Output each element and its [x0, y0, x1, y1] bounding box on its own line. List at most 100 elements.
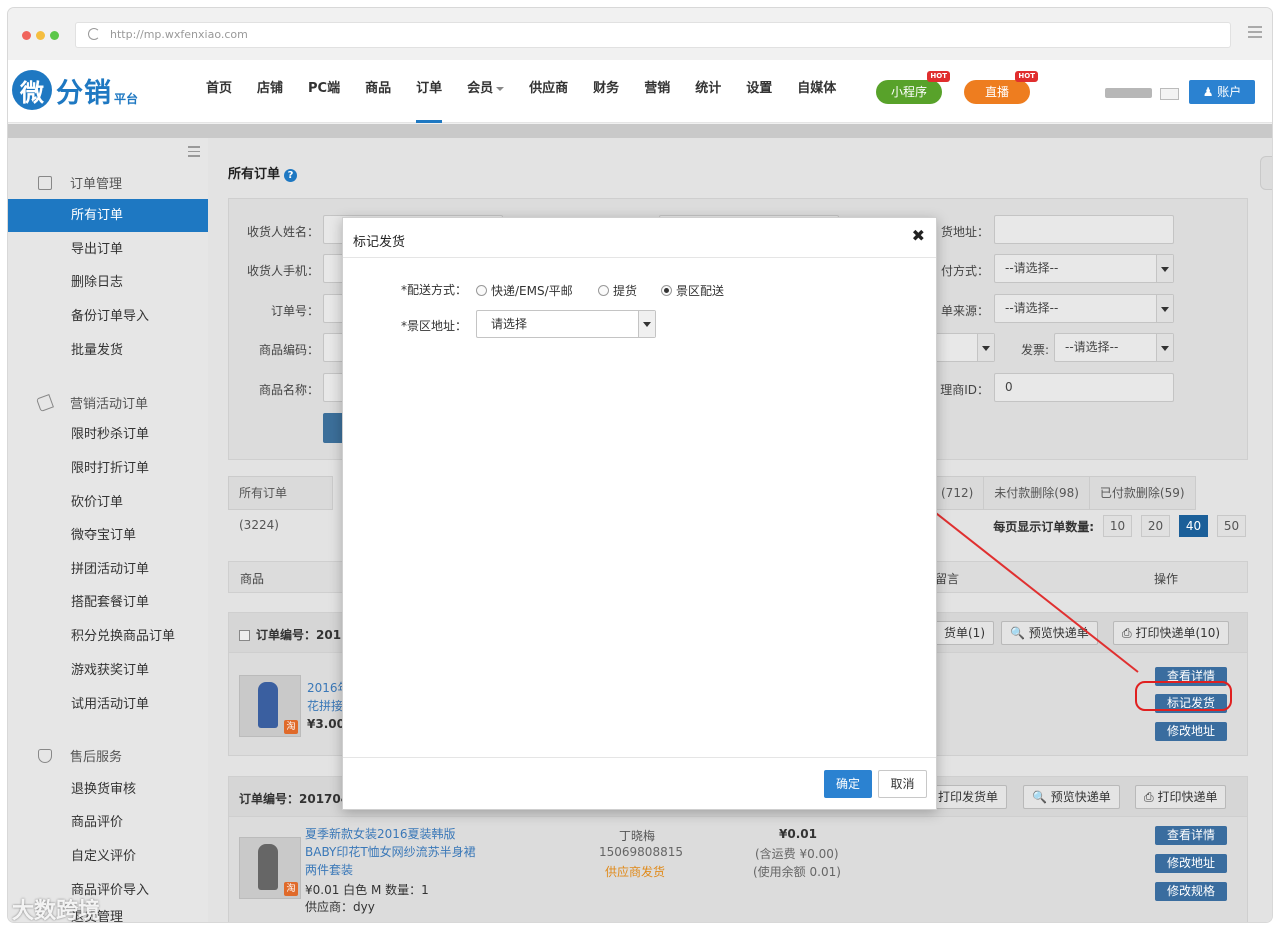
nav-finance[interactable]: 财务 [593, 60, 619, 123]
nav-stats[interactable]: 统计 [695, 60, 721, 123]
tab-unpaid-deleted[interactable]: 未付款删除(98) [983, 476, 1090, 510]
scenic-address-select[interactable]: 请选择 [476, 310, 656, 338]
per-page-20[interactable]: 20 [1141, 515, 1170, 537]
nav-store[interactable]: 店铺 [257, 60, 283, 123]
nav-suppliers[interactable]: 供应商 [529, 60, 568, 123]
per-page-50[interactable]: 50 [1217, 515, 1246, 537]
pay-method-select[interactable]: --请选择-- [994, 254, 1174, 283]
nav-home[interactable]: 首页 [206, 60, 232, 123]
chevron-down-icon [1156, 255, 1173, 282]
sidebar-item-points[interactable]: 积分兑换商品订单 [8, 620, 208, 653]
radio-scenic-delivery[interactable]: 景区配送 [661, 282, 724, 299]
tab-all-orders[interactable]: 所有订单(3224) [228, 476, 333, 532]
side-collapse-tab[interactable] [1260, 156, 1272, 190]
highlight-circle [1135, 681, 1232, 711]
sidebar-item-discount[interactable]: 限时打折订单 [8, 452, 208, 485]
sidebar-item-custom-review[interactable]: 自定义评价 [8, 840, 208, 873]
sidebar-item-delete-log[interactable]: 删除日志 [8, 266, 208, 299]
receiver-address-label: 货地址： [940, 225, 989, 239]
radio-pickup[interactable]: 提货 [598, 282, 637, 299]
nav-members[interactable]: 会员 [467, 60, 505, 123]
edit-spec-button[interactable]: 修改规格 [1155, 882, 1227, 901]
printer-icon: ⎙ [1122, 626, 1132, 640]
product-price: ¥3.00 [307, 717, 345, 731]
product-title-line2[interactable]: BABY印花T恤女网纱流苏半身裙 [305, 843, 476, 861]
sidebar-item-backup-import[interactable]: 备份订单导入 [8, 300, 208, 333]
tab-paid-deleted[interactable]: 已付款删除(59) [1088, 476, 1196, 510]
product-title-line1[interactable]: 夏季新款女装2016夏装韩版 [305, 825, 456, 843]
watermark: 大数跨境 [12, 899, 101, 924]
filter-select-small[interactable] [929, 333, 995, 362]
agent-id-input[interactable]: 0 [994, 373, 1174, 402]
sidebar-item-treasure[interactable]: 微夺宝订单 [8, 519, 208, 552]
product-thumbnail[interactable]: 淘 [239, 837, 301, 899]
receiver-address-input[interactable] [994, 215, 1174, 244]
sidebar-item-export-orders[interactable]: 导出订单 [8, 233, 208, 266]
sidebar-item-reviews[interactable]: 商品评价 [8, 806, 208, 839]
sidebar-item-batch-ship[interactable]: 批量发货 [8, 334, 208, 367]
address-bar[interactable]: http://mp.wxfenxiao.com [75, 22, 1231, 48]
sidebar-item-trial[interactable]: 试用活动订单 [8, 688, 208, 721]
print-invoice-button[interactable]: 打印发货单 [929, 785, 1008, 809]
delivery-method-label: *配送方式： [401, 281, 467, 298]
reload-icon[interactable] [88, 28, 100, 40]
sidebar-group-orders: 订单管理 [38, 173, 122, 192]
product-title-line3[interactable]: 两件套装 [305, 861, 353, 879]
print-express-button[interactable]: ⎙ 打印快递单 [1135, 785, 1227, 809]
close-window-dot[interactable] [22, 31, 31, 40]
account-button[interactable]: ♟ 账户 [1189, 80, 1255, 104]
per-page-selector: 每页显示订单数量: 10 20 40 50 [993, 515, 1246, 537]
nav-settings[interactable]: 设置 [746, 60, 772, 123]
logo[interactable]: 微 分销 平台 [12, 69, 138, 111]
view-details-button[interactable]: 查看详情 [1155, 826, 1227, 845]
mini-program-button[interactable]: 小程序 HOT [876, 71, 950, 104]
product-code-label: 商品编码： [258, 343, 319, 357]
sidebar-item-game[interactable]: 游戏获奖订单 [8, 654, 208, 687]
edit-address-button[interactable]: 修改地址 [1155, 854, 1227, 873]
order-checkbox[interactable] [239, 630, 250, 641]
nav-orders[interactable]: 订单 [416, 60, 443, 123]
nav-products[interactable]: 商品 [365, 60, 391, 123]
maximize-window-dot[interactable] [50, 31, 59, 40]
sidebar-item-bargain[interactable]: 砍价订单 [8, 486, 208, 519]
sidebar-item-return-review[interactable]: 退换货审核 [8, 773, 208, 806]
sidebar-item-flash-sale[interactable]: 限时秒杀订单 [8, 418, 208, 451]
sidebar-item-all-orders[interactable]: 所有订单 [8, 199, 208, 232]
order-source-value: --请选择-- [1005, 301, 1059, 315]
user-icon: ♟ [1202, 85, 1214, 99]
edit-address-button[interactable]: 修改地址 [1155, 722, 1227, 741]
product-name-label: 商品名称： [258, 383, 319, 397]
sidebar-item-combo[interactable]: 搭配套餐订单 [8, 586, 208, 619]
order-amount: ¥0.01 [779, 827, 817, 841]
product-title-line2[interactable]: 花拼接 [307, 697, 343, 715]
sidebar-toggle-icon[interactable] [188, 146, 200, 160]
chevron-down-icon [977, 334, 994, 361]
invoice-select[interactable]: --请选择-- [1054, 333, 1174, 362]
buyer-phone: 15069808815 [599, 845, 683, 859]
nav-marketing[interactable]: 营销 [644, 60, 670, 123]
print-express-label: 打印快递单 [1157, 790, 1218, 804]
help-icon[interactable]: ? [284, 169, 298, 182]
nav-pc[interactable]: PC端 [308, 60, 340, 123]
per-page-label: 每页显示订单数量: [993, 519, 1094, 534]
minimize-window-dot[interactable] [36, 31, 45, 40]
browser-menu-icon[interactable] [1248, 26, 1262, 41]
print-invoice-button[interactable]: 货单(1) [935, 621, 994, 645]
print-express-button[interactable]: ⎙ 打印快递单(10) [1113, 621, 1230, 645]
col-action: 操作 [1154, 572, 1179, 586]
preview-express-button[interactable]: 🔍 预览快递单 [1023, 785, 1120, 809]
mail-icon[interactable] [1160, 88, 1179, 100]
preview-express-button[interactable]: 🔍 预览快递单 [1001, 621, 1098, 645]
order-source-select[interactable]: --请选择-- [994, 294, 1174, 323]
tab-712[interactable]: (712) [930, 476, 985, 510]
close-icon[interactable]: ✖ [912, 226, 925, 245]
nav-media[interactable]: 自媒体 [797, 60, 836, 123]
per-page-10[interactable]: 10 [1103, 515, 1132, 537]
live-button[interactable]: 直播 HOT [964, 71, 1038, 104]
cancel-button[interactable]: 取消 [878, 770, 927, 798]
per-page-40[interactable]: 40 [1179, 515, 1208, 537]
confirm-button[interactable]: 确定 [824, 770, 872, 798]
radio-express[interactable]: 快递/EMS/平邮 [476, 282, 573, 299]
product-thumbnail[interactable]: 淘 [239, 675, 301, 737]
sidebar-item-group-buy[interactable]: 拼团活动订单 [8, 553, 208, 586]
